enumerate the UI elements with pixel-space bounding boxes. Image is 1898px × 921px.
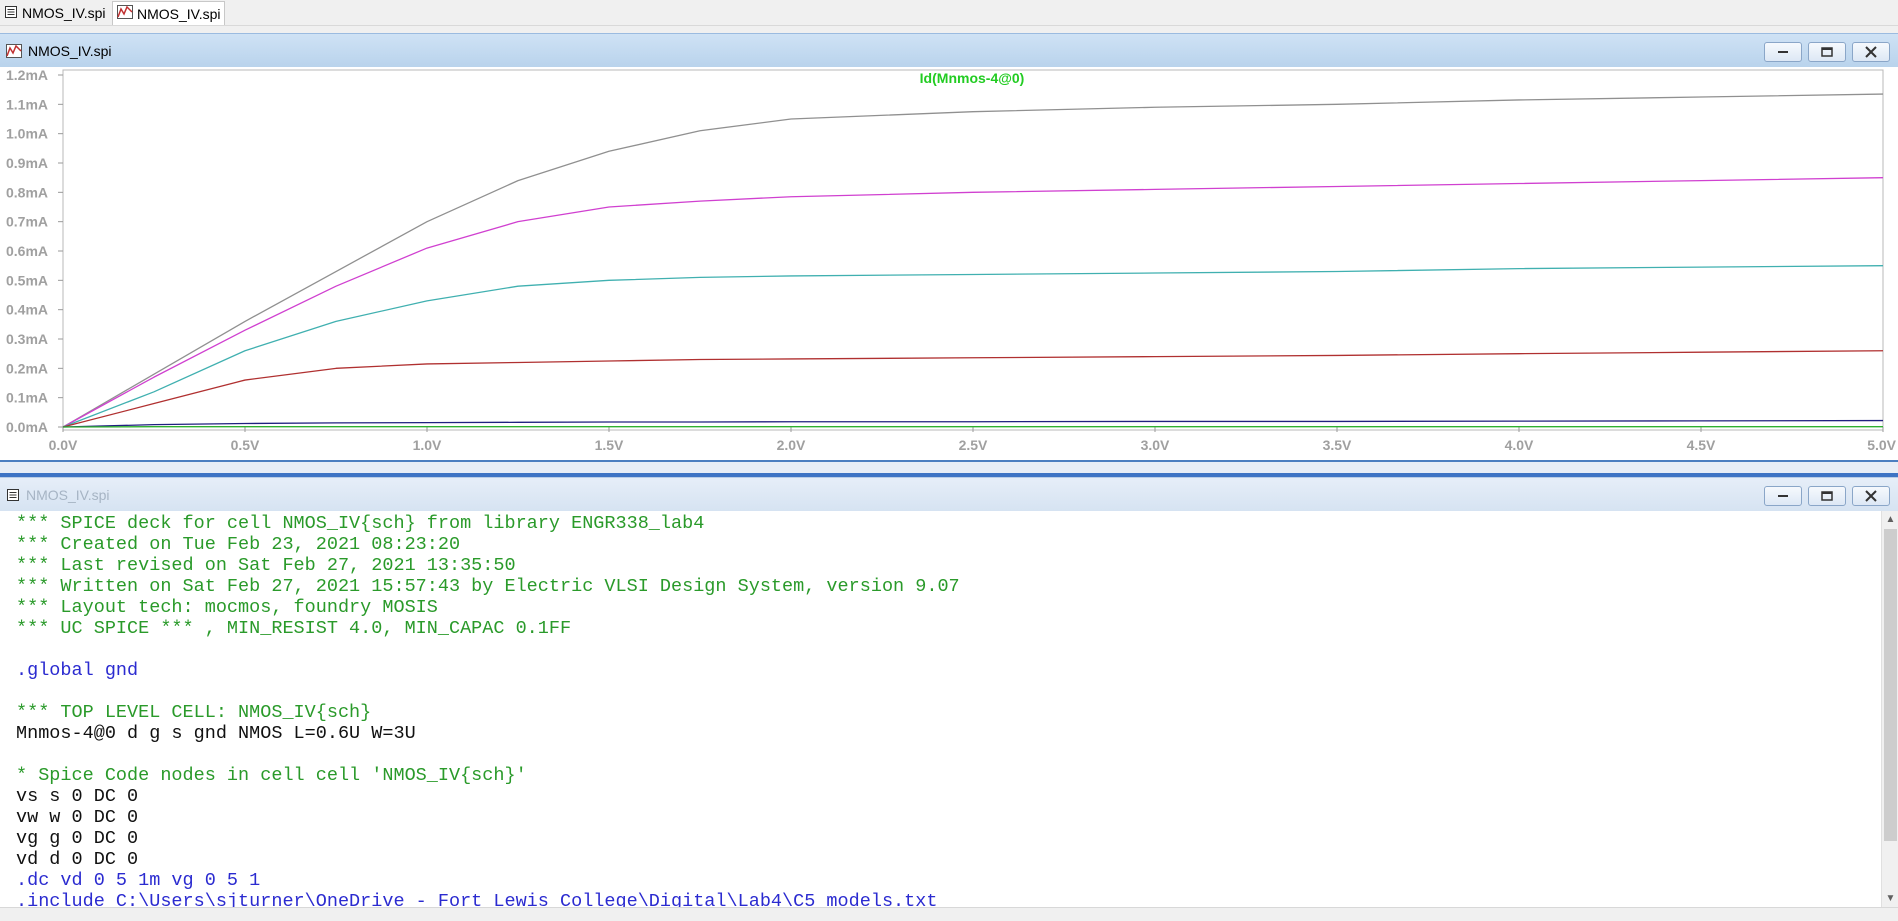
netlist-line: vs s 0 DC 0 [16,786,139,807]
text-window-title: NMOS_IV.spi [26,486,110,503]
y-tick-label: 1.2mA [6,67,48,83]
y-tick-label: 0.9mA [6,155,48,171]
waveform-plot-panel[interactable]: 0.0mA 0.1mA 0.2mA 0.3mA 0.4mA 0.5mA 0.6mA 0.7mA… [0,67,1898,460]
y-tick-label: 0.3mA [6,331,48,347]
netlist-line: *** TOP LEVEL CELL: NMOS_IV{sch} [16,702,372,723]
y-axis: 0.0mA 0.1mA 0.2mA 0.3mA 0.4mA 0.5mA 0.6mA 0.7mA… [6,67,63,435]
y-tick-label: 1.1mA [6,96,48,112]
tab-waveform[interactable]: NMOS_IV.spi [112,1,225,25]
x-axis: 0.0V 0.5V 1.0V 1.5V 2.0V 2.5V 3.0V 3.5V 4.0V 4.5V… [49,427,1897,453]
netlist-line [16,681,960,702]
minimize-button[interactable] [1764,42,1802,62]
netlist-line: vd d 0 DC 0 [16,849,139,870]
close-icon [1865,46,1877,58]
x-tick-label: 0.0V [49,437,78,453]
minimize-icon [1778,51,1788,53]
netlist-line: vg g 0 DC 0 [16,828,139,849]
netlist-line [16,744,960,765]
plot-frame [62,69,1884,431]
netlist-line: *** Layout tech: mocmos, foundry MOSIS [16,597,438,618]
netlist-line: vw w 0 DC 0 [16,807,139,828]
netlist-editor[interactable]: *** SPICE deck for cell NMOS_IV{sch} fro… [0,511,1898,907]
y-tick-label: 0.2mA [6,360,48,376]
id-vs-vd-chart[interactable]: 0.0mA 0.1mA 0.2mA 0.3mA 0.4mA 0.5mA 0.6mA 0.7mA… [0,67,1898,460]
x-tick-label: 4.5V [1687,437,1716,453]
netlist-line: * Spice Code nodes in cell cell 'NMOS_IV… [16,765,527,786]
netlist-line: Mnmos-4@0 d g s gnd NMOS L=0.6U W=3U [16,723,416,744]
netlist-line: .global gnd [16,660,139,681]
scrollbar-thumb[interactable] [1884,529,1897,841]
window-divider [0,460,1898,477]
status-bar [0,907,1898,921]
scroll-down-icon[interactable]: ▼ [1882,890,1898,907]
netlist-text[interactable]: *** SPICE deck for cell NMOS_IV{sch} fro… [16,513,960,907]
close-button[interactable] [1852,42,1890,62]
tab-waveform-label: NMOS_IV.spi [137,5,221,22]
y-tick-label: 1.0mA [6,126,48,142]
netlist-line: *** Written on Sat Feb 27, 2021 15:57:43… [16,576,960,597]
netlist-line [16,639,960,660]
x-tick-label: 5.0V [1867,437,1896,453]
plot-window-title: NMOS_IV.spi [28,42,112,59]
netlist-line: *** UC SPICE *** , MIN_RESIST 4.0, MIN_C… [16,618,572,639]
document-tab-strip: NMOS_IV.spi NMOS_IV.spi [0,0,1898,26]
netlist-line: *** Created on Tue Feb 23, 2021 08:23:20 [16,534,461,555]
minimize-button[interactable] [1764,486,1802,506]
netlist-line: .include C:\Users\sjturner\OneDrive - Fo… [16,891,938,907]
x-tick-label: 4.0V [1505,437,1534,453]
waveform-icon [6,43,22,58]
vertical-scrollbar[interactable]: ▲ ▼ [1881,511,1898,907]
tab-netlist[interactable]: NMOS_IV.spi [0,1,108,25]
y-tick-label: 0.7mA [6,214,48,230]
scroll-up-icon[interactable]: ▲ [1882,511,1898,528]
x-tick-label: 2.0V [777,437,806,453]
x-tick-label: 1.5V [595,437,624,453]
netlist-line: *** Last revised on Sat Feb 27, 2021 13:… [16,555,516,576]
minimize-icon [1778,495,1788,497]
y-tick-label: 0.1mA [6,390,48,406]
restore-button[interactable] [1808,42,1846,62]
netlist-line: *** SPICE deck for cell NMOS_IV{sch} fro… [16,513,705,534]
x-tick-label: 3.5V [1323,437,1352,453]
y-tick-label: 0.5mA [6,272,48,288]
x-tick-label: 3.0V [1141,437,1170,453]
plot-window-titlebar[interactable]: NMOS_IV.spi [0,33,1898,67]
x-tick-label: 1.0V [413,437,442,453]
close-button[interactable] [1852,486,1890,506]
tab-netlist-label: NMOS_IV.spi [22,5,106,21]
netlist-line: .dc vd 0 5 1m vg 0 5 1 [16,870,261,891]
trace-label[interactable]: Id(Mnmos-4@0) [920,70,1025,86]
restore-icon [1821,491,1833,501]
text-document-icon [4,5,18,22]
restore-icon [1821,47,1833,57]
text-document-icon [6,488,20,502]
y-tick-label: 0.0mA [6,419,48,435]
close-icon [1865,490,1877,502]
x-tick-label: 2.5V [959,437,988,453]
x-tick-label: 0.5V [231,437,260,453]
text-window-titlebar[interactable]: NMOS_IV.spi [0,477,1898,511]
y-tick-label: 0.8mA [6,184,48,200]
restore-button[interactable] [1808,486,1846,506]
waveform-icon [117,5,133,22]
y-tick-label: 0.6mA [6,243,48,259]
y-tick-label: 0.4mA [6,302,48,318]
